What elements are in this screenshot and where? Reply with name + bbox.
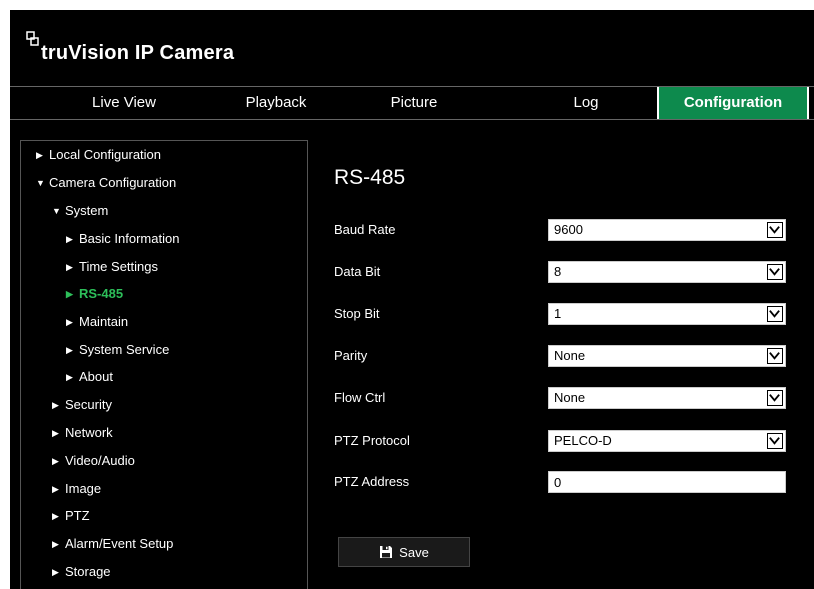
tree-item-label: Video/Audio — [65, 453, 135, 468]
chevron-down-icon[interactable] — [767, 348, 783, 364]
tree-item-label: Maintain — [79, 314, 129, 329]
nav-log[interactable]: Log — [514, 87, 658, 119]
chevron-down-icon[interactable] — [767, 306, 783, 322]
ptz-protocol-select[interactable]: PELCO-D — [548, 430, 786, 452]
tree-item-ptz[interactable]: ▶ PTZ — [52, 505, 90, 527]
ptz-protocol-label: PTZ Protocol — [334, 433, 410, 448]
data-bit-value: 8 — [554, 264, 562, 279]
tree-item-security[interactable]: ▶ Security — [52, 394, 112, 416]
tree-item-label: PTZ — [65, 508, 90, 523]
triangle-down-icon: ▼ — [36, 178, 45, 188]
tree-item-label: Security — [65, 397, 112, 412]
logo-text: truVision IP Camera — [41, 42, 235, 64]
stop-bit-select[interactable]: 1 — [548, 303, 786, 325]
floppy-disk-icon — [380, 546, 393, 558]
tree-item-label: Camera Configuration — [49, 175, 177, 190]
triangle-right-icon: ▶ — [36, 150, 43, 160]
tree-item-camera-configuration[interactable]: ▼ Camera Configuration — [36, 172, 176, 194]
tree-item-system[interactable]: ▼ System — [52, 200, 108, 222]
config-sidebar: ▶ Local Configuration ▼ Camera Configura… — [20, 140, 308, 589]
stop-bit-label: Stop Bit — [334, 306, 380, 321]
triangle-right-icon: ▶ — [52, 567, 59, 577]
baud-rate-label: Baud Rate — [334, 222, 396, 237]
camera-link-icon — [26, 31, 39, 46]
triangle-right-icon: ▶ — [52, 539, 59, 549]
tree-item-storage[interactable]: ▶ Storage — [52, 561, 111, 583]
tree-item-label: System — [65, 203, 109, 218]
page-title: RS-485 — [334, 166, 406, 189]
triangle-right-icon: ▶ — [52, 428, 59, 438]
tree-item-maintain[interactable]: ▶ Maintain — [66, 311, 128, 333]
tree-item-rs485[interactable]: ▶ RS-485 — [66, 283, 123, 305]
nav-live-view[interactable]: Live View — [10, 87, 238, 119]
content-panel: RS-485 Baud Rate 9600 Data Bit 8 Stop Bi… — [308, 140, 814, 589]
logo: truVision IP Camera — [26, 30, 234, 65]
tree-item-system-service[interactable]: ▶ System Service — [66, 339, 169, 361]
tree-item-label: Time Settings — [79, 259, 158, 274]
tree-item-alarm-event-setup[interactable]: ▶ Alarm/Event Setup — [52, 533, 173, 555]
nav-configuration[interactable]: Configuration — [657, 87, 809, 119]
tree-item-label: Alarm/Event Setup — [65, 536, 174, 551]
tree-item-image[interactable]: ▶ Image — [52, 478, 101, 500]
top-nav: Live View Playback Picture Log Configura… — [10, 86, 814, 120]
flow-ctrl-select[interactable]: None — [548, 387, 786, 409]
baud-rate-select[interactable]: 9600 — [548, 219, 786, 241]
tree-item-label: Network — [65, 425, 113, 440]
triangle-right-icon: ▶ — [66, 234, 73, 244]
tree-item-label: Local Configuration — [49, 147, 162, 162]
tree-item-label: About — [79, 369, 113, 384]
tree-item-local-configuration[interactable]: ▶ Local Configuration — [36, 144, 161, 166]
triangle-right-icon: ▶ — [52, 400, 59, 410]
triangle-right-icon: ▶ — [66, 345, 73, 355]
data-bit-select[interactable]: 8 — [548, 261, 786, 283]
data-bit-label: Data Bit — [334, 264, 381, 279]
save-button-label: Save — [399, 544, 429, 560]
app-window: truVision IP Camera Live View Playback P… — [10, 10, 814, 589]
tree-item-time-settings[interactable]: ▶ Time Settings — [66, 256, 158, 278]
nav-picture[interactable]: Picture — [314, 87, 514, 119]
parity-select[interactable]: None — [548, 345, 786, 367]
tree-item-basic-information[interactable]: ▶ Basic Information — [66, 228, 179, 250]
triangle-right-icon: ▶ — [66, 317, 73, 327]
triangle-right-icon: ▶ — [52, 456, 59, 466]
tree-item-label: RS-485 — [79, 286, 124, 301]
parity-value: None — [554, 348, 586, 363]
flow-ctrl-label: Flow Ctrl — [334, 390, 386, 405]
stop-bit-value: 1 — [554, 306, 562, 321]
triangle-right-icon: ▶ — [52, 511, 59, 521]
baud-rate-value: 9600 — [554, 222, 583, 237]
chevron-down-icon[interactable] — [767, 390, 783, 406]
ptz-protocol-value: PELCO-D — [554, 433, 612, 448]
save-button[interactable]: Save — [338, 537, 470, 567]
chevron-down-icon[interactable] — [767, 222, 783, 238]
tree-item-label: Basic Information — [79, 231, 180, 246]
ptz-address-label: PTZ Address — [334, 474, 410, 489]
tree-item-video-audio[interactable]: ▶ Video/Audio — [52, 450, 135, 472]
parity-label: Parity — [334, 348, 368, 363]
triangle-right-icon: ▶ — [66, 289, 73, 299]
chevron-down-icon[interactable] — [767, 433, 783, 449]
header: truVision IP Camera — [10, 10, 814, 86]
tree-item-network[interactable]: ▶ Network — [52, 422, 113, 444]
tree-item-label: Storage — [65, 564, 111, 579]
chevron-down-icon[interactable] — [767, 264, 783, 280]
triangle-down-icon: ▼ — [52, 206, 61, 216]
nav-playback[interactable]: Playback — [238, 87, 314, 119]
triangle-right-icon: ▶ — [66, 372, 73, 382]
flow-ctrl-value: None — [554, 390, 586, 405]
tree-item-about[interactable]: ▶ About — [66, 366, 113, 388]
triangle-right-icon: ▶ — [66, 262, 73, 272]
triangle-right-icon: ▶ — [52, 484, 59, 494]
tree-item-label: Image — [65, 481, 102, 496]
ptz-address-input[interactable] — [548, 471, 786, 493]
tree-item-label: System Service — [79, 342, 170, 357]
